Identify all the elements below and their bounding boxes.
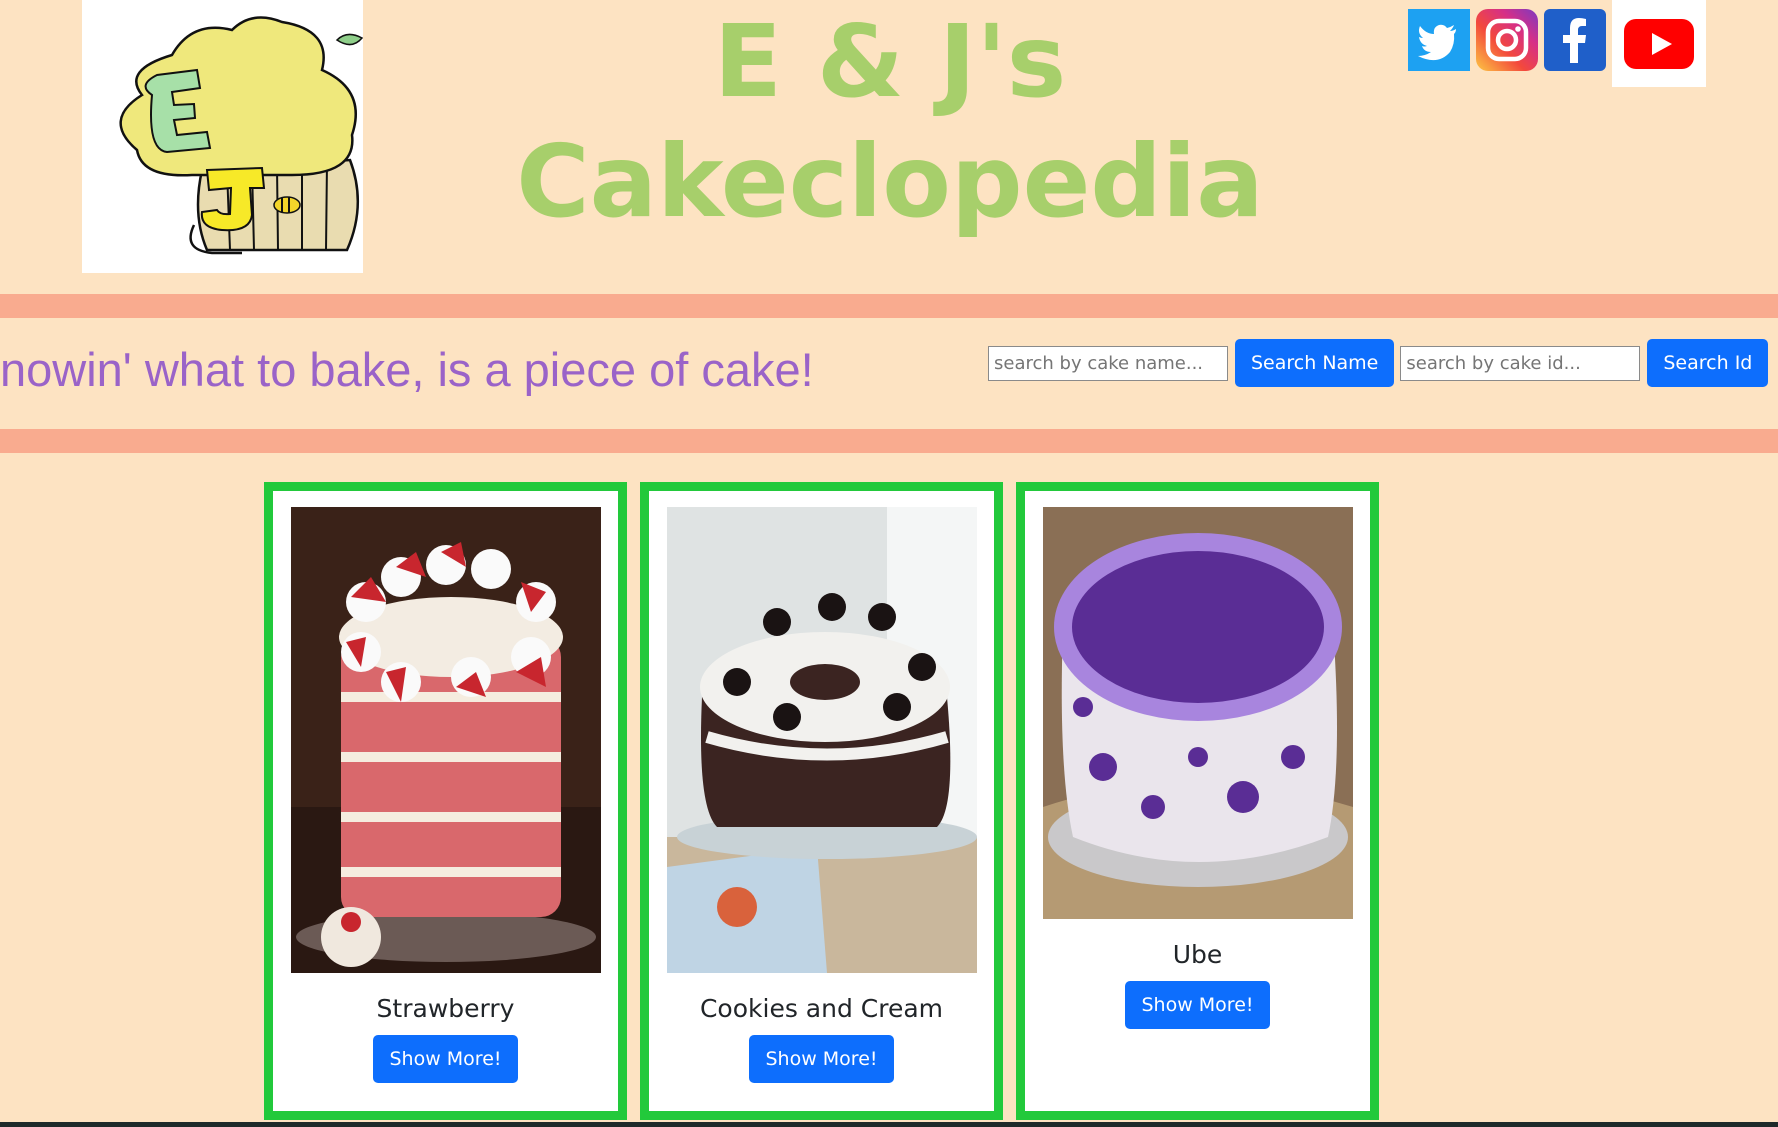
social-links [1408,0,1706,87]
tagline: nowin' what to bake, is a piece of cake! [0,343,814,396]
show-more-button[interactable]: Show More! [1125,981,1270,1029]
cake-card-list: Strawberry Show More! Cookies and Cream … [264,482,1392,1120]
cake-card-title: Cookies and Cream [699,994,944,1023]
twitter-icon[interactable] [1408,9,1470,71]
cake-card-ube: Ube Show More! [1016,482,1379,1120]
search-id-button[interactable]: Search Id [1647,339,1769,387]
cake-card-strawberry: Strawberry Show More! [264,482,627,1120]
cake-image-ube [1042,507,1353,919]
youtube-icon [1624,18,1694,69]
search-name-button[interactable]: Search Name [1235,339,1395,387]
cake-image-cookies-and-cream [666,507,977,973]
search-id-input[interactable] [1400,345,1641,381]
show-more-button[interactable]: Show More! [373,1035,518,1083]
decorative-band-bottom [0,429,1778,453]
cake-card-title: Strawberry [376,994,515,1023]
site-title-line2: Cakeclopedia [516,123,1264,240]
instagram-icon[interactable] [1476,9,1538,71]
show-more-button[interactable]: Show More! [749,1035,894,1083]
cake-card-title: Ube [1172,940,1223,969]
search-name-input[interactable] [988,345,1228,381]
cake-card-cookies-and-cream: Cookies and Cream Show More! [640,482,1003,1120]
search-area: Search Name Search Id [988,339,1774,387]
decorative-band-top [0,294,1778,318]
site-title-line1: E & J's [713,3,1067,120]
facebook-icon[interactable] [1544,9,1606,71]
page-bottom-edge [0,1122,1778,1127]
site-title: E & J's Cakeclopedia [480,0,1300,242]
cake-image-strawberry [290,507,601,973]
site-logo [82,0,363,273]
cupcake-logo-icon [119,16,363,255]
youtube-link[interactable] [1612,0,1706,87]
